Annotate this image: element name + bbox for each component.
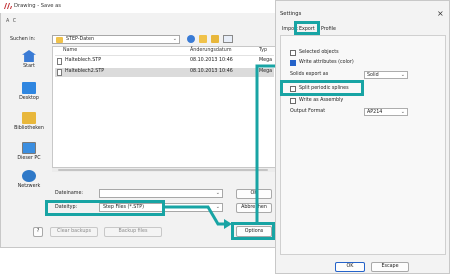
settings-title: Settings [280, 11, 302, 17]
computer-icon [22, 142, 36, 154]
app-logo-icon [4, 3, 12, 9]
arrow-to-options-icon [162, 205, 232, 229]
places-bar: Start Desktop Bibliotheken Dieser PC Net… [8, 50, 50, 200]
file-name: Halteblech2.STP [65, 69, 105, 74]
chevron-down-icon: ⌄ [400, 72, 405, 78]
output-format-value: AP214 [367, 110, 383, 115]
write-assembly-label: Write as Assembly [299, 98, 344, 103]
filename-label: Dateiname: [55, 191, 84, 196]
export-tab-highlight [294, 21, 320, 35]
filetype-highlight [45, 200, 165, 216]
file-date: 08.10.2013 10:46 [190, 69, 233, 74]
look-in-select[interactable]: STEP-Daten ⌄ [52, 35, 180, 44]
network-icon [22, 170, 36, 182]
back-icon[interactable] [187, 35, 195, 43]
place-network[interactable]: Netzwerk [8, 170, 50, 189]
place-label: Desktop [19, 96, 39, 101]
column-name[interactable]: Name [63, 48, 77, 53]
select-objects-label: Selected objects [299, 50, 339, 55]
place-start[interactable]: Start [8, 50, 50, 69]
write-attributes-label: Write attributes (color) [299, 60, 354, 65]
select-objects-checkbox[interactable] [290, 50, 296, 56]
file-name: Halteblech.STP [65, 58, 102, 63]
place-label: Bibliotheken [14, 126, 44, 131]
tab-profile[interactable]: Profile [321, 27, 336, 32]
up-folder-icon[interactable] [199, 35, 207, 43]
file-icon [57, 58, 62, 65]
solids-select[interactable]: Solid ⌄ [364, 71, 408, 79]
column-type[interactable]: Typ [259, 48, 267, 53]
solids-label: Solids export as [290, 72, 329, 77]
column-date[interactable]: Änderungsdatum [190, 48, 232, 53]
write-attributes-checkbox[interactable] [290, 60, 296, 66]
file-icon [57, 69, 62, 76]
output-format-label: Output Format [290, 109, 326, 114]
settings-ok-button[interactable]: OK [335, 262, 365, 272]
close-icon[interactable]: × [437, 9, 444, 18]
chevron-down-icon: ⌄ [400, 109, 405, 115]
escape-button[interactable]: Escape [371, 262, 409, 272]
help-button[interactable]: ? [33, 227, 43, 237]
desktop-icon [22, 82, 36, 94]
place-label: Start [23, 64, 35, 69]
place-libraries[interactable]: Bibliotheken [8, 112, 50, 131]
write-assembly-checkbox[interactable] [290, 98, 296, 104]
folder-icon [56, 37, 63, 43]
export-tab-panel [280, 35, 446, 255]
new-folder-icon[interactable] [211, 35, 219, 43]
library-icon [22, 112, 36, 124]
backup-files-button[interactable]: Backup files [104, 227, 162, 237]
place-this-pc[interactable]: Dieser PC [8, 142, 50, 161]
split-periodic-highlight [280, 80, 364, 96]
chevron-down-icon: ⌄ [172, 36, 177, 42]
file-row[interactable]: Halteblech2.STP 08.10.2013 10:46 Mega [55, 68, 274, 77]
place-label: Dieser PC [17, 156, 41, 161]
view-menu-icon[interactable] [223, 35, 233, 43]
file-list: Name Änderungsdatum Typ Halteblech.STP 0… [52, 46, 277, 168]
header-divider [55, 55, 274, 56]
place-label: Netzwerk [17, 184, 41, 189]
language-letters: A C [6, 19, 18, 24]
star-icon [22, 50, 36, 62]
file-row[interactable]: Halteblech.STP 08.10.2013 10:46 Mega [55, 57, 274, 66]
solids-value: Solid [367, 73, 379, 78]
output-format-select[interactable]: AP214 ⌄ [364, 108, 408, 116]
look-in-value: STEP-Daten [66, 37, 95, 42]
look-in-label: Suchen in: [10, 37, 36, 42]
clear-backups-button[interactable]: Clear backups [50, 227, 98, 237]
file-date: 08.10.2013 10:46 [190, 58, 233, 63]
scrollbar-thumb[interactable] [58, 169, 268, 171]
file-type: Mega [259, 58, 273, 63]
save-as-title: Drawing - Save as [14, 3, 62, 9]
place-desktop[interactable]: Desktop [8, 82, 50, 101]
